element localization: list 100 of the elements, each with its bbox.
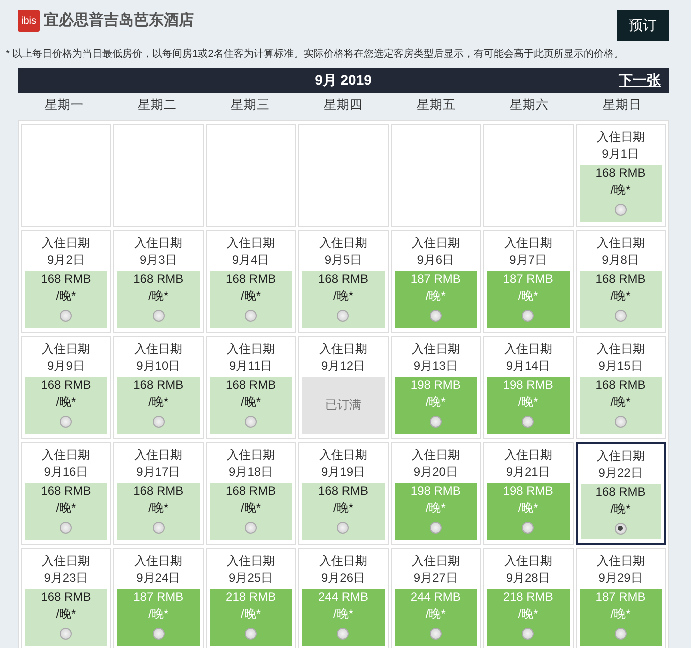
radio-button[interactable] [245,628,258,640]
day-cell[interactable]: 入住日期 9月22日 168 RMB /晚* [576,442,666,545]
day-cell[interactable]: 入住日期 9月14日 198 RMB /晚* [483,336,574,439]
radio-button[interactable] [152,628,165,640]
price-text: 168 RMB [134,270,184,288]
day-cell[interactable]: 入住日期 9月18日 168 RMB /晚* [206,442,296,545]
day-cell[interactable]: 入住日期 9月24日 187 RMB /晚* [113,548,204,648]
day-cell[interactable]: 入住日期 9月7日 187 RMB /晚* [483,230,574,333]
radio-button[interactable] [522,416,534,428]
radio-button[interactable] [522,522,534,534]
radio-button[interactable] [60,628,72,640]
radio-button[interactable] [614,310,627,322]
radio-button[interactable] [245,416,258,428]
weekday-label: 星期三 [230,97,271,114]
radio-button[interactable] [614,522,627,535]
checkin-label: 入住日期 [596,340,646,358]
radio-button[interactable] [522,310,534,322]
date-label: 9月22日 [598,464,644,482]
day-cell[interactable]: 入住日期 9月19日 168 RMB /晚* [298,442,389,545]
radio-button[interactable] [245,522,258,534]
day-cell[interactable]: 入住日期 9月26日 244 RMB /晚* [298,548,389,648]
next-link[interactable]: 下一张 [619,70,661,91]
day-cell[interactable]: 入住日期 9月17日 168 RMB /晚* [113,442,204,545]
price-text: 168 RMB [41,588,92,606]
date-label: 9月12日 [320,358,366,375]
sold-out-text: 已订满 [325,396,362,414]
radio-button[interactable] [245,310,258,322]
radio-button[interactable] [430,522,442,534]
day-cell[interactable]: 入住日期 9月20日 198 RMB /晚* [390,442,482,545]
checkin-label: 入住日期 [596,128,646,146]
radio-button[interactable] [430,310,442,322]
radio-button[interactable] [430,416,442,428]
price-text: 168 RMB [226,482,276,500]
checkin-label: 入住日期 [318,340,368,358]
day-cell[interactable]: 入住日期 9月1日 168 RMB /晚* [576,124,666,227]
day-cell[interactable]: 入住日期 9月15日 168 RMB /晚* [576,336,666,439]
day-cell[interactable]: 入住日期 9月10日 168 RMB /晚* [113,336,204,439]
price-text: 187 RMB [134,588,184,606]
radio-button[interactable] [60,522,72,534]
day-cell[interactable]: 入住日期 9月23日 168 RMB /晚* [21,548,112,648]
day-cell[interactable]: 入住日期 9月3日 168 RMB /晚* [113,230,204,333]
radio-button[interactable] [614,416,627,428]
per-night-text: /晚* [518,606,538,623]
radio-button[interactable] [430,628,442,640]
date-label: 9月18日 [228,464,274,481]
day-cell[interactable]: 入住日期 9月11日 168 RMB /晚* [206,336,296,439]
date-label: 9月5日 [324,252,364,269]
day-cell[interactable]: 入住日期 9月4日 168 RMB /晚* [206,230,296,333]
radio-button[interactable] [337,522,350,534]
day-cell[interactable]: 入住日期 9月5日 168 RMB /晚* [298,230,389,333]
day-cell[interactable]: 入住日期 9月6日 187 RMB /晚* [390,230,482,333]
per-night-text: /晚* [56,288,76,305]
date-label: 9月21日 [505,464,552,481]
day-cell[interactable]: 入住日期 9月16日 168 RMB /晚* [21,442,112,545]
checkin-label: 入住日期 [226,552,276,570]
price-text: 168 RMB [596,484,646,501]
day-cell[interactable]: 入住日期 9月9日 168 RMB /晚* [21,336,112,439]
day-cell[interactable]: 入住日期 9月29日 187 RMB /晚* [576,548,666,648]
book-button[interactable]: 预订 [617,10,669,41]
per-night-text: /晚* [426,500,446,517]
date-label: 9月15日 [598,358,644,375]
price-text: 198 RMB [410,482,461,500]
radio-button[interactable] [337,310,350,322]
price-text: 244 RMB [410,588,461,606]
radio-button[interactable] [60,310,72,322]
per-night-text: /晚* [148,606,169,623]
per-night-text: /晚* [333,500,354,517]
price-text: 187 RMB [596,588,646,606]
date-label: 9月8日 [601,252,640,269]
radio-button[interactable] [152,416,165,428]
radio-button[interactable] [152,522,165,534]
day-cell[interactable]: 入住日期 9月27日 244 RMB /晚* [390,548,482,648]
day-cell[interactable]: 入住日期 9月8日 168 RMB /晚* [576,230,666,333]
radio-button[interactable] [152,310,165,322]
day-cell[interactable]: 入住日期 9月21日 198 RMB /晚* [483,442,574,545]
checkin-label: 入住日期 [41,446,92,464]
per-night-text: /晚* [518,500,538,517]
day-cell[interactable]: 入住日期 9月2日 168 RMB /晚* [21,230,112,333]
radio-button[interactable] [522,628,534,640]
weekday-label: 星期五 [416,97,457,114]
date-label: 9月28日 [505,570,552,587]
radio-button[interactable] [60,416,72,428]
date-label: 9月10日 [136,358,182,375]
radio-button[interactable] [614,204,627,216]
hotel-logo: ibis [18,10,40,32]
price-text: 168 RMB [596,164,646,182]
checkin-label: 入住日期 [318,234,368,252]
price-text: 168 RMB [318,270,368,288]
checkin-label: 入住日期 [134,552,184,570]
checkin-label: 入住日期 [596,448,646,465]
per-night-text: /晚* [148,500,169,517]
date-label: 9月6日 [416,252,456,269]
day-cell[interactable]: 入住日期 9月25日 218 RMB /晚* [206,548,296,648]
date-label: 9月25日 [228,570,274,587]
day-cell[interactable]: 入住日期 9月28日 218 RMB /晚* [483,548,574,648]
checkin-label: 入住日期 [503,234,554,252]
day-cell[interactable]: 入住日期 9月13日 198 RMB /晚* [390,336,482,439]
per-night-text: /晚* [241,288,262,305]
radio-button[interactable] [614,628,627,640]
radio-button[interactable] [337,628,350,640]
